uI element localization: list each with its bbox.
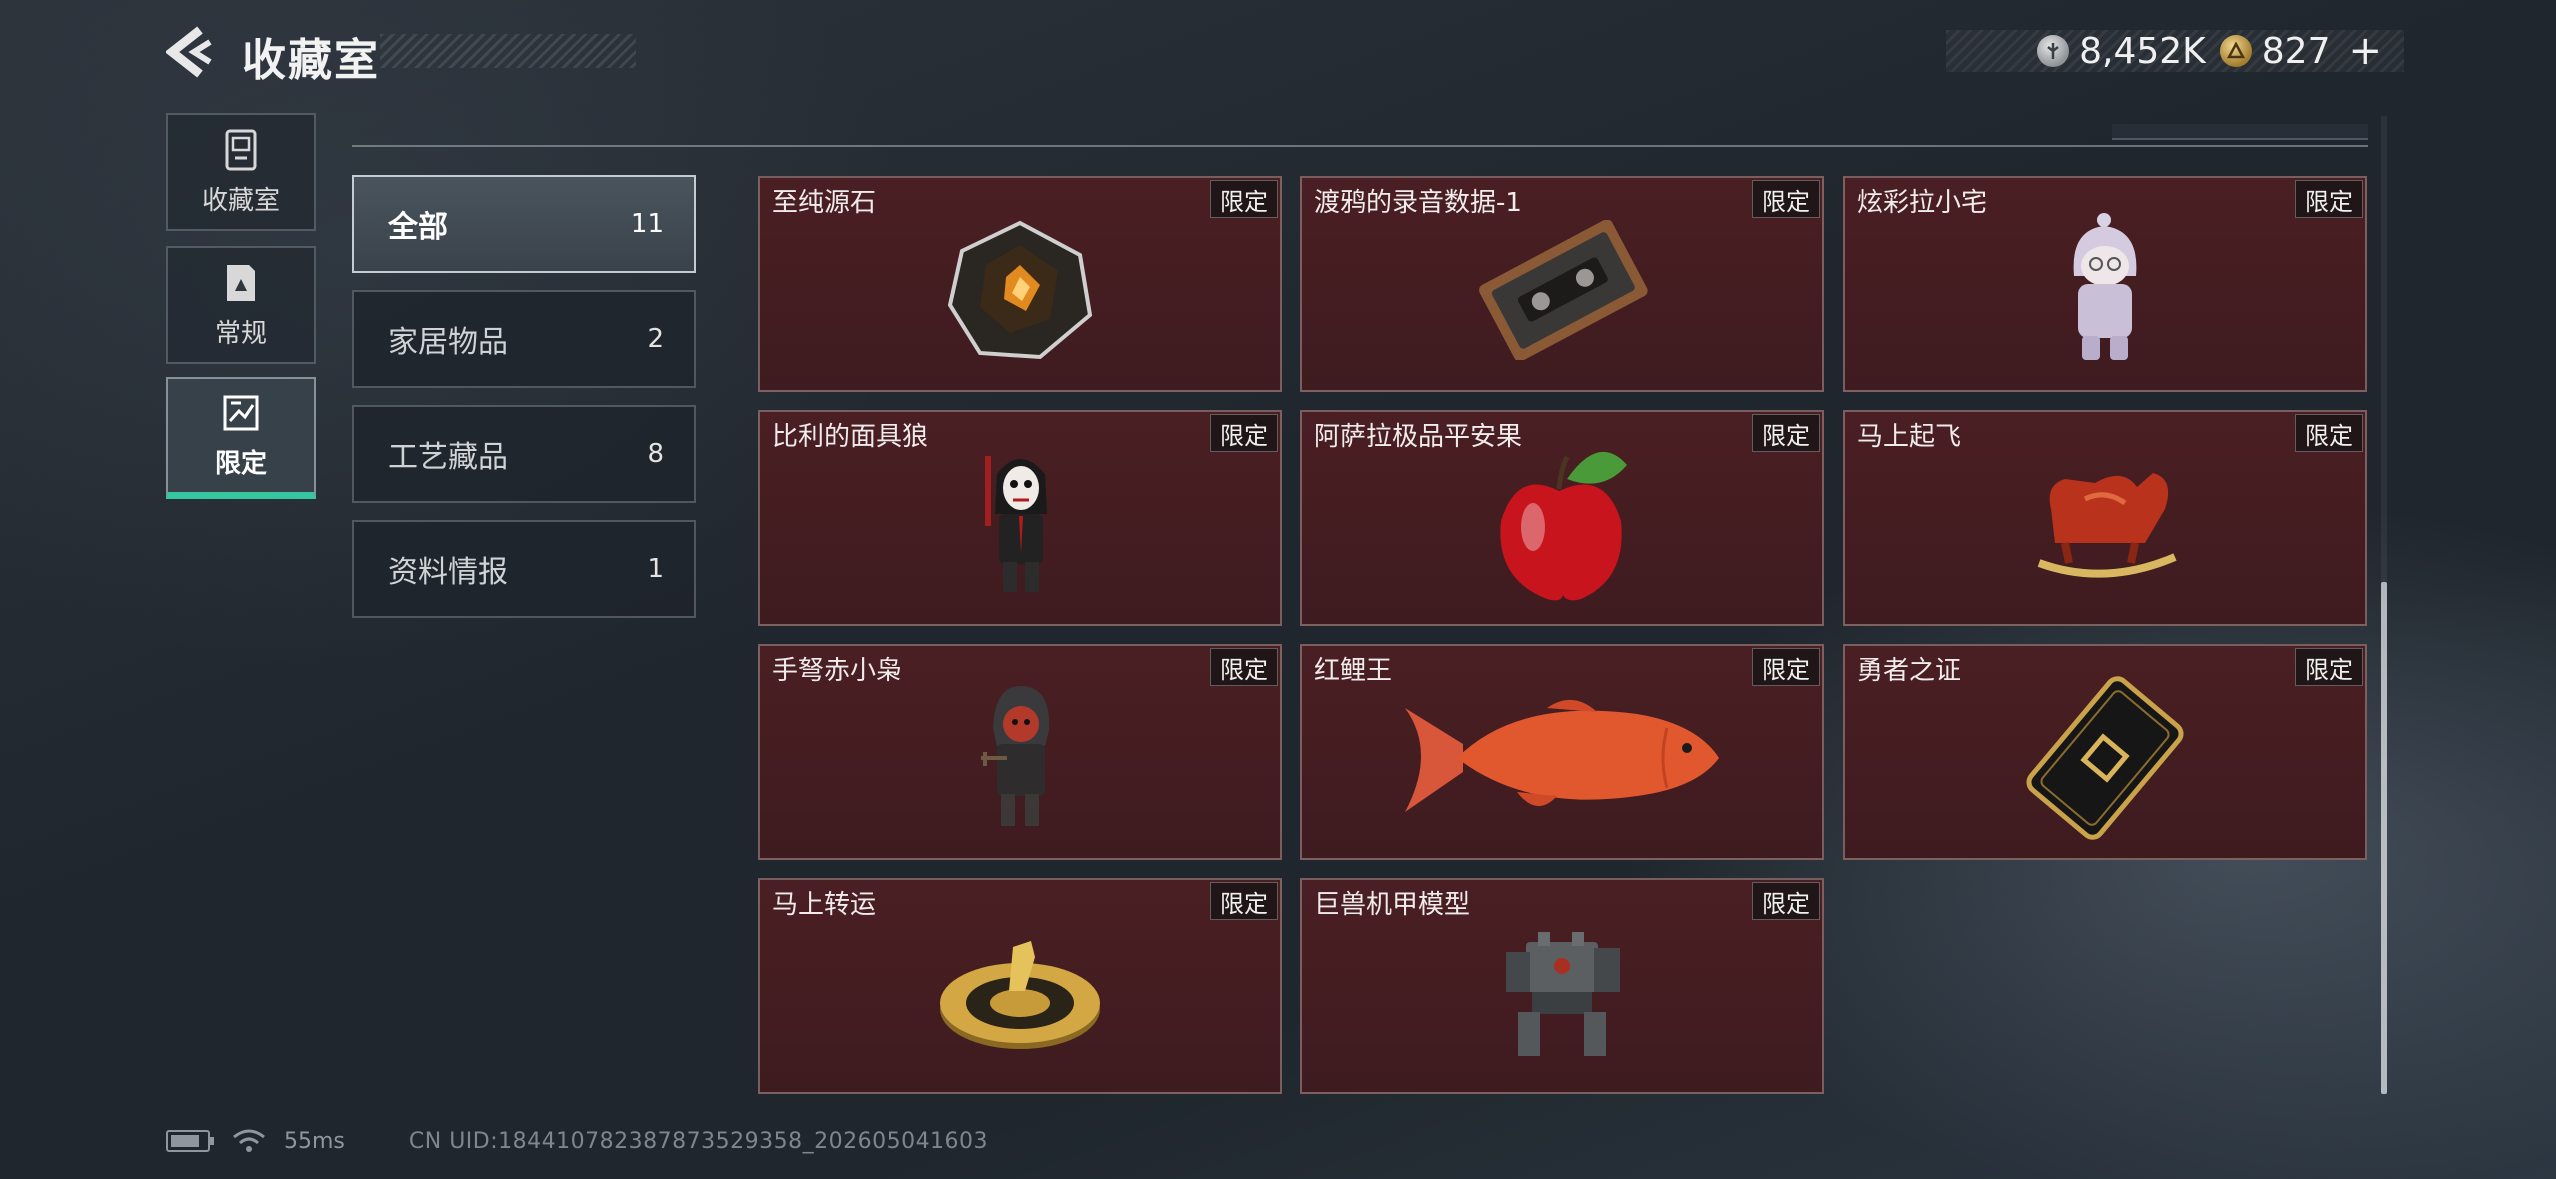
limited-icon (223, 395, 259, 431)
item-card[interactable]: 阿萨拉极品平安果 限定 (1300, 410, 1824, 626)
limited-badge: 限定 (1210, 648, 1278, 686)
category-name: 资料情报 (388, 555, 508, 590)
category-name: 家居物品 (388, 325, 508, 360)
silver-amount: 8,452K (2079, 30, 2206, 72)
category-count: 1 (647, 554, 664, 584)
item-name: 至纯源石 (772, 188, 877, 218)
black-gold-card-icon (2026, 676, 2184, 840)
side-tab-label: 限定 (214, 449, 267, 479)
item-card[interactable]: 红鲤王 限定 (1300, 644, 1824, 860)
page-title: 收藏室 (242, 35, 380, 86)
gold-coin-icon (2219, 35, 2252, 67)
item-card[interactable]: 手弩赤小枭 限定 (758, 644, 1282, 860)
item-name: 勇者之证 (1857, 656, 1962, 686)
limited-badge: 限定 (1752, 414, 1820, 452)
category-name: 全部 (388, 210, 448, 245)
item-card[interactable]: 炫彩拉小宅 限定 (1843, 176, 2367, 392)
status-bar: 55ms CN UID:184410782387873529358_202605… (166, 1128, 988, 1154)
add-currency-button[interactable]: + (2348, 28, 2382, 74)
silver-currency: 8,452K (2037, 31, 2206, 72)
item-card[interactable]: 渡鸦的录音数据-1 限定 (1300, 176, 1824, 392)
category-count: 8 (647, 439, 664, 469)
gold-amount: 827 (2261, 30, 2331, 72)
item-name: 比利的面具狼 (772, 422, 929, 452)
gold-currency: 827 (2219, 30, 2331, 72)
item-name: 马上起飞 (1857, 422, 1962, 452)
category-name: 工艺藏品 (388, 440, 508, 475)
red-carp-icon (1405, 699, 1719, 812)
currency-bar: 8,452K 827 + (1946, 28, 2404, 74)
limited-badge: 限定 (1210, 882, 1278, 920)
limited-badge: 限定 (1752, 648, 1820, 686)
uid-text: CN UID:184410782387873529358_20260504160… (408, 1128, 989, 1154)
category-count: 2 (647, 324, 664, 354)
hooded-figurine-icon (2073, 213, 2137, 360)
item-name: 手弩赤小枭 (772, 656, 903, 686)
side-tab-regular[interactable]: 常规 (166, 246, 316, 364)
limited-badge: 限定 (2295, 414, 2363, 452)
red-apple-icon (1500, 451, 1627, 601)
hooded-crossbow-figure-icon (981, 685, 1050, 826)
mech-model-icon (1506, 932, 1620, 1056)
item-card[interactable]: 至纯源石 限定 (758, 176, 1282, 392)
scrollbar-thumb[interactable] (2381, 582, 2387, 1094)
item-card[interactable]: 巨兽机甲模型 限定 (1300, 878, 1824, 1094)
category-crafts[interactable]: 工艺藏品 8 (352, 405, 696, 503)
item-name: 炫彩拉小宅 (1857, 188, 1988, 218)
category-all[interactable]: 全部 11 (352, 175, 696, 273)
title-decoration (380, 34, 636, 68)
side-tab-collection[interactable]: 收藏室 (166, 113, 316, 231)
item-name: 巨兽机甲模型 (1314, 890, 1471, 920)
silver-coin-icon (2037, 35, 2070, 67)
item-name: 渡鸦的录音数据-1 (1314, 188, 1522, 218)
ping-text: 55ms (284, 1128, 345, 1154)
side-tab-label: 常规 (214, 318, 267, 349)
document-icon (227, 264, 255, 301)
masked-puppet-icon (985, 456, 1047, 592)
item-card[interactable]: 勇者之证 限定 (1843, 644, 2367, 860)
golden-horse-wheel-icon (940, 941, 1100, 1049)
category-household[interactable]: 家居物品 2 (352, 290, 696, 388)
back-arrow-icon (164, 26, 212, 78)
battery-icon (166, 1130, 214, 1152)
item-name: 红鲤王 (1314, 656, 1393, 686)
back-button[interactable] (164, 26, 216, 78)
category-intel[interactable]: 资料情报 1 (352, 520, 696, 618)
category-count: 11 (630, 209, 664, 239)
limited-badge: 限定 (1752, 180, 1820, 218)
content-divider (352, 145, 2368, 147)
originium-crystal-icon (947, 220, 1093, 360)
limited-badge: 限定 (1210, 180, 1278, 218)
item-card[interactable]: 马上起飞 限定 (1843, 410, 2367, 626)
item-name: 马上转运 (772, 890, 877, 920)
side-tab-label: 收藏室 (201, 185, 280, 216)
trophy-case-icon (225, 129, 257, 170)
limited-badge: 限定 (1752, 882, 1820, 920)
item-card[interactable]: 马上转运 限定 (758, 878, 1282, 1094)
side-tab-limited[interactable]: 限定 (166, 377, 316, 499)
wifi-icon (233, 1129, 265, 1152)
cassette-tape-icon (1479, 220, 1648, 360)
rocking-horse-icon (2037, 473, 2177, 578)
limited-badge: 限定 (1210, 414, 1278, 452)
sort-dropdown-edge[interactable] (2112, 124, 2368, 140)
limited-badge: 限定 (2295, 648, 2363, 686)
item-card[interactable]: 比利的面具狼 限定 (758, 410, 1282, 626)
limited-badge: 限定 (2295, 180, 2363, 218)
